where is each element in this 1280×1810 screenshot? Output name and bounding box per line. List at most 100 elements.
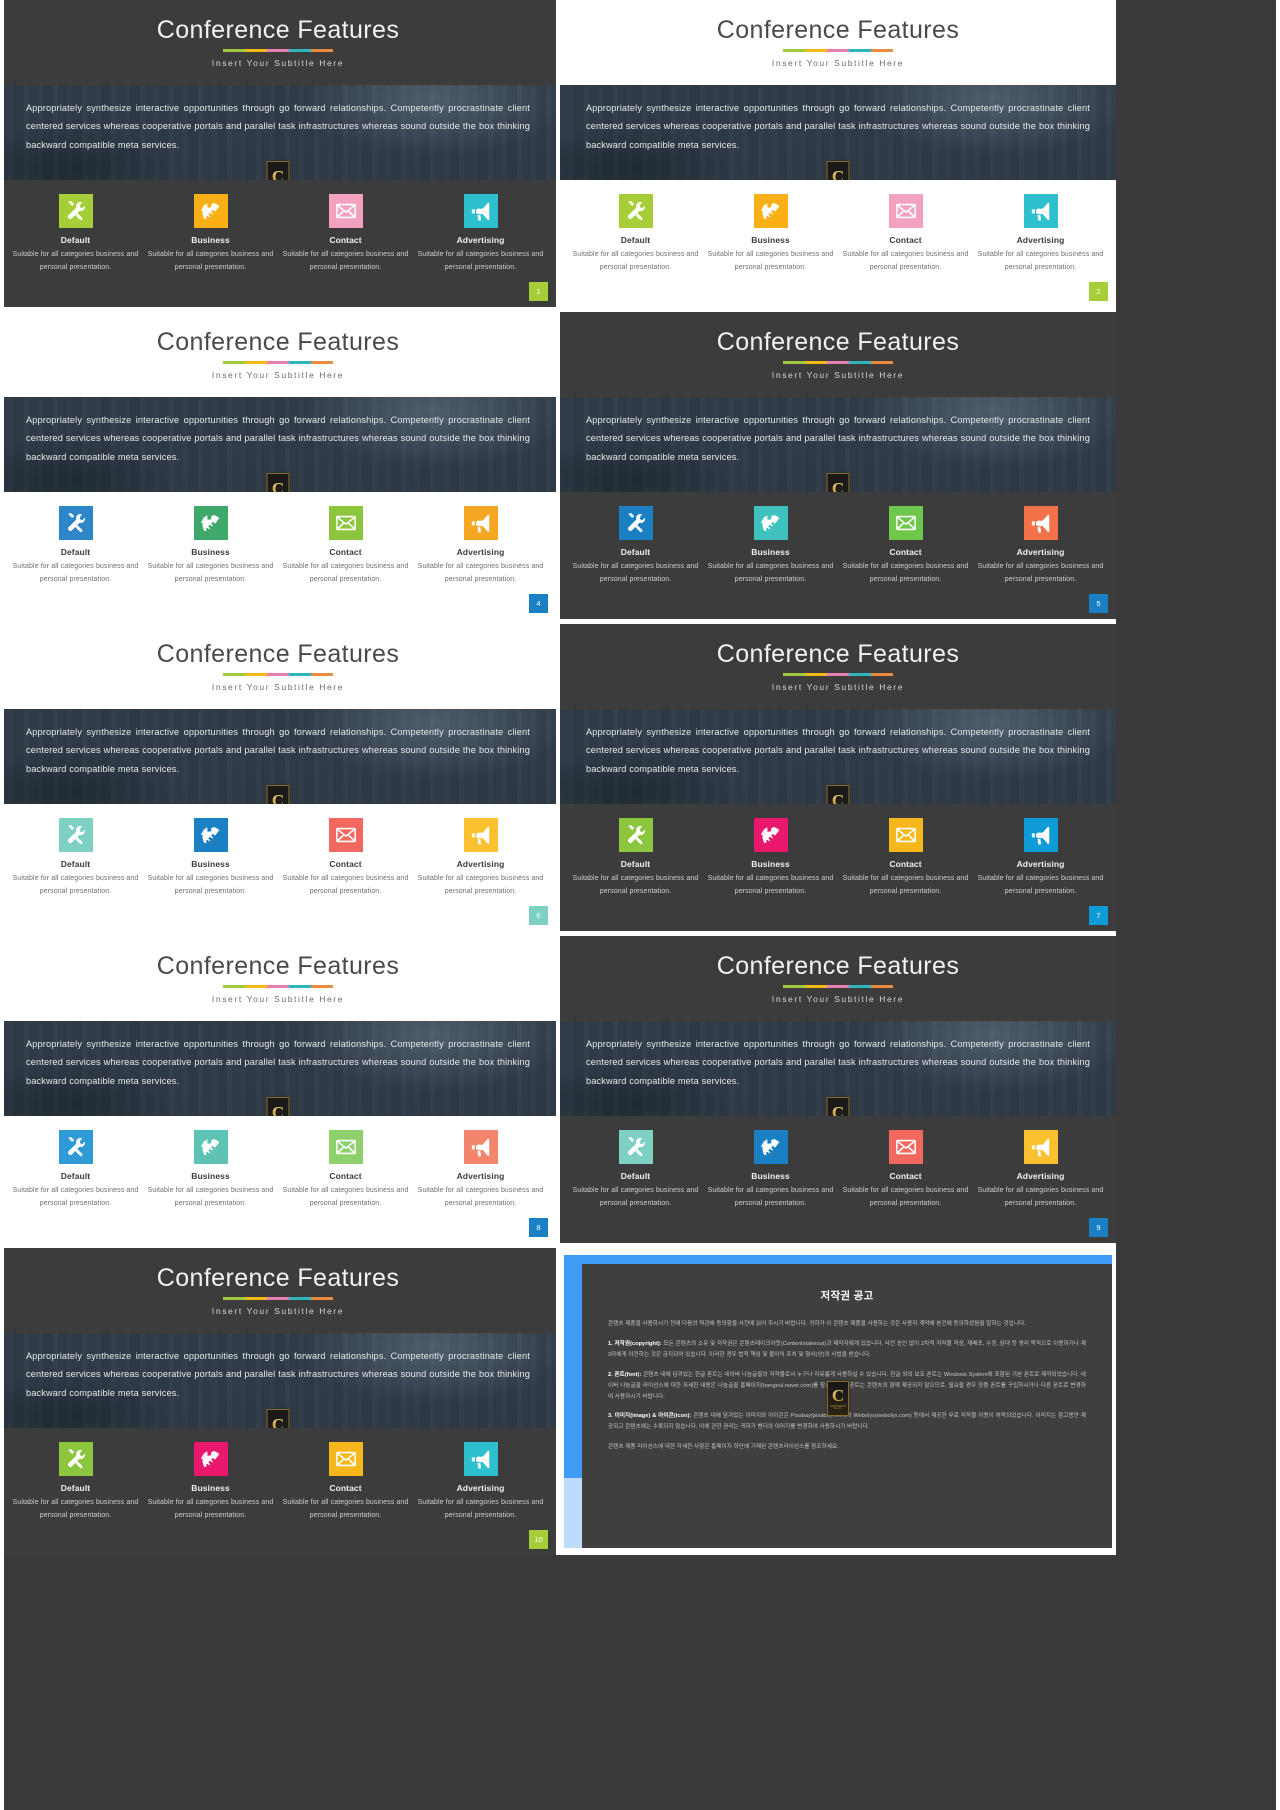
feature-card[interactable]: Contact Suitable for all categories busin… bbox=[838, 506, 973, 619]
left-margin bbox=[0, 0, 4, 1810]
feature-card[interactable]: Business Suitable for all categories busi… bbox=[703, 506, 838, 619]
title-rule-seg-3 bbox=[827, 360, 849, 364]
feature-card[interactable]: Business Suitable for all categories busi… bbox=[143, 1130, 278, 1243]
feature-card[interactable]: Business Suitable for all categories busi… bbox=[143, 1442, 278, 1555]
feature-card-title: Business bbox=[191, 547, 230, 557]
title-rule-seg-3 bbox=[267, 1296, 289, 1300]
tools-icon bbox=[58, 194, 93, 228]
handshake-icon bbox=[753, 506, 788, 540]
title-rule bbox=[223, 360, 333, 364]
contents-takeout-watermark: CCONTENTSTAKEOUT bbox=[266, 473, 290, 492]
title-rule-seg-2 bbox=[805, 984, 827, 988]
page-number: 5 bbox=[1096, 599, 1101, 608]
slide-2[interactable]: Conference Features Insert Your Subtitle … bbox=[560, 0, 1116, 307]
feature-card[interactable]: Business Suitable for all categories busi… bbox=[143, 194, 278, 307]
slide-9[interactable]: Conference Features Insert Your Subtitle … bbox=[560, 936, 1116, 1243]
feature-card[interactable]: Contact Suitable for all categories busin… bbox=[838, 1130, 973, 1243]
feature-card[interactable]: Advertising Suitable for all categories b… bbox=[973, 506, 1108, 619]
feature-card[interactable]: Advertising Suitable for all categories b… bbox=[413, 194, 548, 307]
feature-card[interactable]: Business Suitable for all categories busi… bbox=[143, 506, 278, 619]
title-rule-seg-2 bbox=[245, 984, 267, 988]
feature-card-title: Default bbox=[60, 1171, 91, 1181]
title-rule-seg-4 bbox=[289, 48, 311, 52]
title-rule-seg-5 bbox=[871, 672, 893, 676]
feature-card[interactable]: Default Suitable for all categories busin… bbox=[568, 506, 703, 619]
title-rule bbox=[223, 672, 333, 676]
title-rule-seg-3 bbox=[267, 984, 289, 988]
watermark-letter: C bbox=[832, 792, 844, 804]
feature-card[interactable]: Default Suitable for all categories busin… bbox=[8, 194, 143, 307]
handshake-icon bbox=[193, 194, 228, 228]
page-title: Conference Features bbox=[716, 16, 960, 45]
page-number-badge: 5 bbox=[1089, 594, 1108, 613]
feature-card-title: Contact bbox=[889, 1171, 922, 1181]
tools-icon bbox=[58, 1130, 93, 1164]
envelope-icon bbox=[888, 818, 923, 852]
feature-card[interactable]: Contact Suitable for all categories busin… bbox=[278, 506, 413, 619]
feature-card[interactable]: Contact Suitable for all categories busin… bbox=[278, 194, 413, 307]
page-title: Conference Features bbox=[716, 328, 960, 357]
feature-card[interactable]: Advertising Suitable for all categories b… bbox=[413, 506, 548, 619]
slide-copyright-notice[interactable]: 저작권 공고 콘텐츠 제품을 사용하시기 전에 다음의 약관에 동의함을 사전에 … bbox=[560, 1248, 1116, 1555]
feature-card-desc: Suitable for all categories business and… bbox=[282, 1499, 409, 1519]
page-subtitle: Insert Your Subtitle Here bbox=[211, 993, 345, 1004]
slide-10[interactable]: Conference Features Insert Your Subtitle … bbox=[0, 1248, 556, 1555]
slide-6[interactable]: Conference Features Insert Your Subtitle … bbox=[0, 624, 556, 931]
feature-card[interactable]: Contact Suitable for all categories busin… bbox=[278, 1442, 413, 1555]
feature-card-title: Contact bbox=[889, 235, 922, 245]
page-subtitle: Insert Your Subtitle Here bbox=[211, 57, 345, 68]
watermark-letter: C bbox=[272, 168, 284, 180]
feature-card[interactable]: Contact Suitable for all categories busin… bbox=[278, 818, 413, 931]
feature-card[interactable]: Advertising Suitable for all categories b… bbox=[973, 818, 1108, 931]
slide-7[interactable]: Conference Features Insert Your Subtitle … bbox=[560, 624, 1116, 931]
slide-5[interactable]: Conference Features Insert Your Subtitle … bbox=[560, 312, 1116, 619]
feature-card[interactable]: Business Suitable for all categories busi… bbox=[703, 1130, 838, 1243]
handshake-icon bbox=[193, 1442, 228, 1476]
copyright-section-label: 2. 폰트(font): bbox=[608, 1371, 642, 1378]
contents-takeout-watermark: CCONTENTSTAKEOUT bbox=[266, 1409, 290, 1428]
title-rule-seg-4 bbox=[289, 1296, 311, 1300]
feature-card[interactable]: Default Suitable for all categories busin… bbox=[8, 818, 143, 931]
feature-card-title: Default bbox=[60, 235, 91, 245]
feature-card-title: Business bbox=[751, 1171, 790, 1181]
feature-card[interactable]: Advertising Suitable for all categories b… bbox=[413, 1442, 548, 1555]
feature-card-title: Advertising bbox=[1016, 235, 1065, 245]
feature-card[interactable]: Default Suitable for all categories busin… bbox=[568, 1130, 703, 1243]
feature-card[interactable]: Contact Suitable for all categories busin… bbox=[278, 1130, 413, 1243]
handshake-icon bbox=[753, 818, 788, 852]
page-number-badge: 7 bbox=[1089, 906, 1108, 925]
feature-card[interactable]: Business Suitable for all categories busi… bbox=[143, 818, 278, 931]
slide-1[interactable]: Conference Features Insert Your Subtitle … bbox=[0, 0, 556, 307]
title-rule-seg-2 bbox=[245, 360, 267, 364]
feature-card[interactable]: Default Suitable for all categories busin… bbox=[8, 1130, 143, 1243]
feature-card[interactable]: Default Suitable for all categories busin… bbox=[568, 194, 703, 307]
feature-card[interactable]: Default Suitable for all categories busin… bbox=[8, 506, 143, 619]
feature-card-desc: Suitable for all categories business and… bbox=[147, 1499, 274, 1519]
title-rule-seg-2 bbox=[245, 672, 267, 676]
slide-4[interactable]: Conference Features Insert Your Subtitle … bbox=[0, 312, 556, 619]
feature-card-title: Advertising bbox=[1016, 547, 1065, 557]
page-title: Conference Features bbox=[716, 952, 960, 981]
feature-card-title: Advertising bbox=[456, 547, 505, 557]
feature-card[interactable]: Business Suitable for all categories busi… bbox=[703, 194, 838, 307]
megaphone-icon bbox=[463, 1130, 498, 1164]
feature-card[interactable]: Business Suitable for all categories busi… bbox=[703, 818, 838, 931]
feature-card[interactable]: Advertising Suitable for all categories b… bbox=[413, 818, 548, 931]
title-rule-seg-3 bbox=[827, 984, 849, 988]
contents-takeout-watermark: CCONTENTSTAKEOUT bbox=[827, 1381, 849, 1416]
title-rule-seg-4 bbox=[289, 360, 311, 364]
feature-card[interactable]: Advertising Suitable for all categories b… bbox=[413, 1130, 548, 1243]
feature-card[interactable]: Default Suitable for all categories busin… bbox=[568, 818, 703, 931]
right-margin bbox=[1276, 0, 1280, 1810]
slide-header: Conference Features Insert Your Subtitle … bbox=[0, 312, 556, 397]
feature-card[interactable]: Default Suitable for all categories busin… bbox=[8, 1442, 143, 1555]
feature-card[interactable]: Advertising Suitable for all categories b… bbox=[973, 194, 1108, 307]
feature-card-desc: Suitable for all categories business and… bbox=[572, 1187, 699, 1207]
feature-card[interactable]: Advertising Suitable for all categories b… bbox=[973, 1130, 1108, 1243]
page-number: 4 bbox=[536, 599, 541, 608]
slide-8[interactable]: Conference Features Insert Your Subtitle … bbox=[0, 936, 556, 1243]
feature-card[interactable]: Contact Suitable for all categories busin… bbox=[838, 194, 973, 307]
feature-card[interactable]: Contact Suitable for all categories busin… bbox=[838, 818, 973, 931]
page-title: Conference Features bbox=[156, 328, 400, 357]
page-number-badge: 9 bbox=[1089, 1218, 1108, 1237]
